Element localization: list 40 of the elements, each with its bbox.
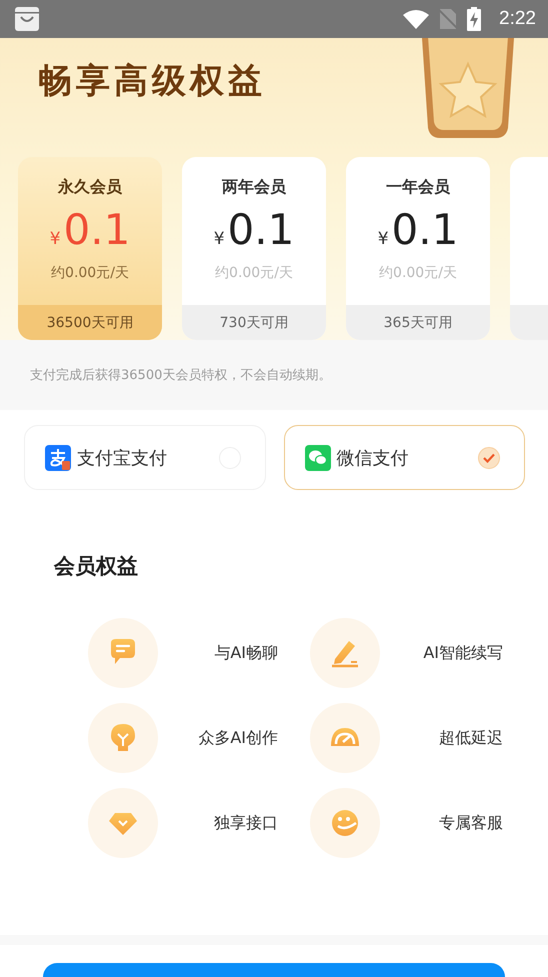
plan-name: 两年会员 [222, 177, 286, 198]
alipay-icon [45, 444, 71, 470]
clock-time: 2:22 [499, 8, 536, 30]
daily-price: 约0.00元/天 [51, 264, 129, 282]
plan-price: 0.1 [228, 206, 294, 254]
banner-title: 畅享高级权益 [38, 60, 266, 102]
section-title: 会员权益 [54, 553, 139, 580]
benefit-label: 与AI畅聊 [214, 642, 278, 664]
payment-option[interactable]: 微信支付 [284, 425, 525, 490]
plan-duration: 36500天可用 [18, 305, 162, 340]
plan-price: 0.1 [64, 206, 130, 254]
wechat-icon [304, 444, 330, 470]
plan-card[interactable]: 两年会员 ¥0.1 约0.00元/天 730天可用 [182, 157, 326, 340]
plan-name: 永久会员 [58, 177, 122, 198]
no-sim-icon [439, 8, 458, 30]
radio-button[interactable] [478, 446, 500, 468]
shopping-bag-icon [14, 6, 40, 32]
notice-text: 支付完成后获得36500天会员特权，不会自动续期。 [30, 367, 332, 384]
plan-price: 0.1 [392, 206, 458, 254]
plan-duration: 365天可用 [346, 305, 490, 340]
plan-duration: 730天可用 [182, 305, 326, 340]
battery-charging-icon [467, 7, 482, 31]
pay-button[interactable] [43, 963, 505, 977]
plan-card[interactable]: 一年会员 ¥0.1 约0.00元/天 365天可用 [346, 157, 490, 340]
currency-sign: ¥ [50, 229, 61, 249]
wifi-icon [403, 9, 430, 29]
daily-price: 约0.00元/天 [215, 264, 293, 282]
check-icon [483, 452, 495, 462]
daily-price: 约0.00元/天 [379, 264, 457, 282]
currency-sign: ¥ [214, 229, 225, 249]
currency-sign: ¥ [378, 229, 389, 249]
payment-option[interactable]: 支付宝支付 [24, 425, 266, 490]
benefit-label: AI智能续写 [423, 642, 503, 664]
smiley-face-icon [329, 807, 361, 839]
plan-name: 一年会员 [386, 177, 450, 198]
benefit-label: 众多AI创作 [198, 728, 278, 748]
benefit-label: 超低延迟 [439, 728, 503, 748]
benefit-label: 独享接口 [214, 812, 278, 834]
plan-card[interactable]: 永久会员 ¥0.1 约0.00元/天 36500天可用 [18, 157, 162, 340]
benefit-label: 专属客服 [439, 812, 503, 834]
